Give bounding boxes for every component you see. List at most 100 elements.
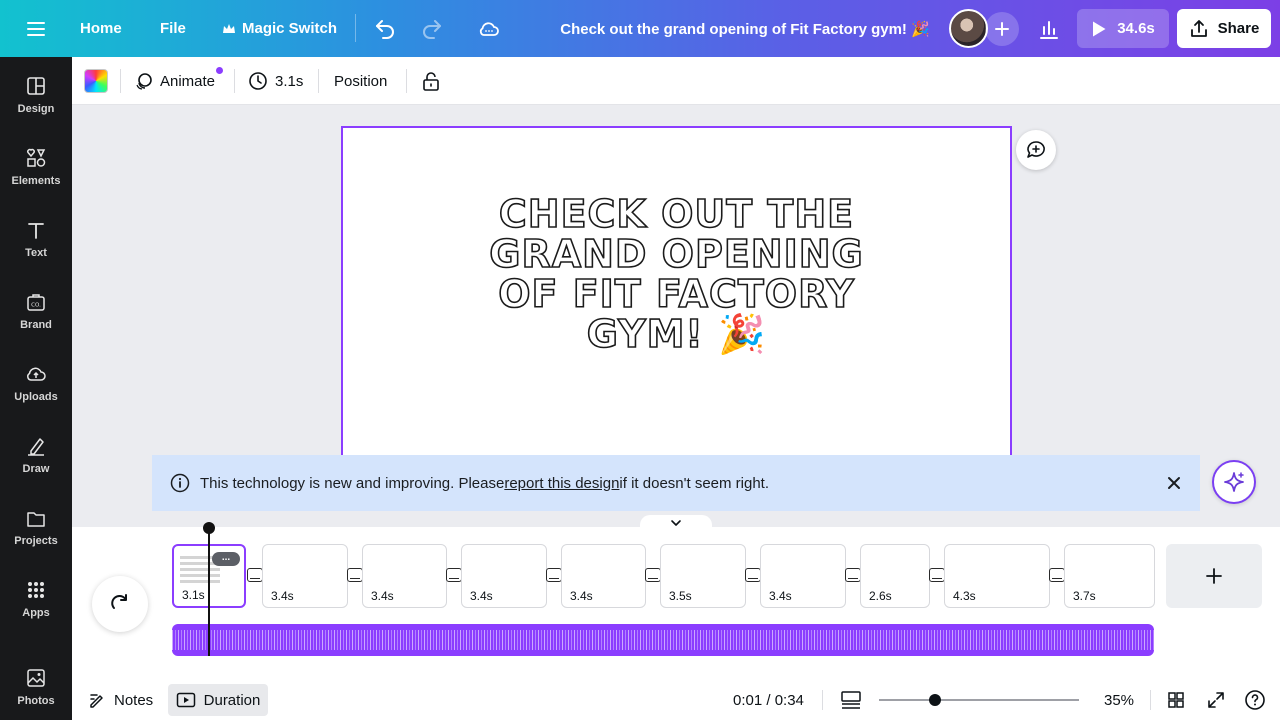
sidebar-item-text[interactable]: Text [0, 219, 72, 279]
pages-view-icon [840, 690, 862, 710]
zoom-level[interactable]: 35% [1104, 684, 1134, 716]
magic-switch-label: Magic Switch [242, 20, 338, 37]
page-thumbnail-8[interactable]: 2.6s [860, 544, 930, 608]
magic-assistant-button[interactable] [1212, 460, 1256, 504]
divider [1150, 690, 1151, 710]
cloud-save-icon[interactable] [477, 0, 501, 57]
animate-button[interactable]: Animate [134, 57, 215, 105]
refresh-icon [109, 593, 131, 615]
fullscreen-button[interactable] [1206, 684, 1226, 716]
menu-icon[interactable] [24, 0, 48, 57]
comment-plus-icon [1025, 139, 1047, 161]
replay-button[interactable] [92, 576, 148, 632]
transition-icon[interactable] [745, 568, 761, 582]
sidebar-item-label: Photos [17, 695, 55, 707]
transition-icon[interactable] [247, 568, 263, 582]
sidebar-item-uploads[interactable]: Uploads [0, 363, 72, 423]
playhead-handle[interactable] [203, 522, 215, 534]
apps-icon [25, 579, 47, 601]
transition-icon[interactable] [1049, 568, 1065, 582]
sidebar-item-apps[interactable]: Apps [0, 579, 72, 639]
sidebar-item-photos[interactable]: Photos [0, 667, 72, 720]
document-title[interactable]: Check out the grand opening of Fit Facto… [560, 0, 930, 57]
undo-icon[interactable] [373, 0, 397, 57]
page-duration: 3.4s [271, 589, 294, 603]
transition-icon[interactable] [546, 568, 562, 582]
page-thumbnail-5[interactable]: 3.4s [561, 544, 646, 608]
background-color-button[interactable] [84, 57, 108, 105]
page-duration: 3.1s [182, 588, 205, 602]
headline-line: OF FIT FACTORY [497, 272, 855, 316]
sidebar-item-label: Projects [14, 535, 58, 547]
page-duration-button[interactable]: 3.1s [248, 57, 303, 105]
headline-line: GRAND OPENING [488, 232, 864, 276]
page-thumbnail-4[interactable]: 3.4s [461, 544, 547, 608]
help-button[interactable] [1244, 684, 1266, 716]
divider [355, 14, 356, 42]
page-duration: 3.4s [570, 589, 593, 603]
transition-icon[interactable] [347, 568, 363, 582]
close-banner-button[interactable] [1160, 469, 1188, 497]
insights-button[interactable] [1030, 10, 1068, 48]
zoom-slider-handle[interactable] [929, 694, 941, 706]
page-more-options-button[interactable]: ... [212, 552, 240, 566]
share-button[interactable]: Share [1177, 9, 1271, 48]
home-button[interactable]: Home [80, 0, 122, 57]
audio-waveform [172, 630, 1154, 650]
sidebar-item-projects[interactable]: Projects [0, 507, 72, 567]
transition-icon[interactable] [446, 568, 462, 582]
page-duration: 3.4s [470, 589, 493, 603]
add-page-button[interactable] [1166, 544, 1262, 608]
duration-button[interactable]: Duration [168, 684, 268, 716]
design-canvas-page[interactable]: CHECK OUT THE GRAND OPENING OF FIT FACTO… [341, 126, 1012, 456]
report-design-link[interactable]: report this design [504, 475, 619, 492]
grid-view-button[interactable] [1166, 684, 1186, 716]
page-thumbnail-10[interactable]: 3.7s [1064, 544, 1155, 608]
page-duration: 3.4s [371, 589, 394, 603]
magic-switch-button[interactable]: Magic Switch [222, 0, 337, 57]
svg-text:CO.: CO. [31, 303, 41, 309]
sidebar-item-label: Brand [20, 319, 52, 331]
headline-text[interactable]: CHECK OUT THE GRAND OPENING OF FIT FACTO… [343, 193, 1010, 355]
collapse-timeline-button[interactable] [640, 515, 712, 531]
file-menu-button[interactable]: File [160, 0, 186, 57]
position-button[interactable]: Position [334, 57, 387, 105]
zoom-slider-track[interactable] [879, 699, 1079, 701]
sidebar-item-elements[interactable]: Elements [0, 147, 72, 207]
page-view-toggle[interactable] [840, 684, 862, 716]
sidebar-item-design[interactable]: Design [0, 75, 72, 135]
sidebar-item-label: Uploads [14, 391, 58, 403]
playhead[interactable] [208, 528, 210, 656]
present-play-button[interactable]: 34.6s [1077, 9, 1169, 48]
page-thumbnail-9[interactable]: 4.3s [944, 544, 1050, 608]
notes-button[interactable]: Notes [88, 684, 153, 716]
page-thumbnail-6[interactable]: 3.5s [660, 544, 746, 608]
page-duration: 3.4s [769, 589, 792, 603]
plus-icon [993, 20, 1011, 38]
transition-icon[interactable] [645, 568, 661, 582]
user-avatar[interactable] [949, 9, 988, 48]
audio-track[interactable] [172, 624, 1154, 656]
sidebar-item-draw[interactable]: Draw [0, 435, 72, 495]
info-icon [170, 473, 190, 493]
left-sidebar: Design Elements Text CO. Brand Uploads D… [0, 57, 72, 720]
transition-icon[interactable] [929, 568, 945, 582]
divider [234, 69, 235, 93]
animate-icon [134, 71, 154, 91]
sidebar-item-brand[interactable]: CO. Brand [0, 291, 72, 351]
share-label: Share [1217, 20, 1260, 37]
add-comment-button[interactable] [1016, 130, 1056, 170]
transition-icon[interactable] [845, 568, 861, 582]
clock-icon [248, 71, 268, 91]
plus-icon [1205, 567, 1223, 585]
lock-button[interactable] [422, 57, 440, 105]
photos-icon [25, 667, 47, 689]
draw-icon [25, 435, 47, 457]
banner-text-after: if it doesn't seem right. [619, 474, 770, 492]
video-play-icon [176, 692, 196, 708]
page-thumbnail-2[interactable]: 3.4s [262, 544, 348, 608]
page-thumbnail-7[interactable]: 3.4s [760, 544, 846, 608]
redo-icon[interactable] [420, 0, 444, 57]
add-collaborator-button[interactable] [985, 12, 1019, 46]
page-thumbnail-3[interactable]: 3.4s [362, 544, 447, 608]
